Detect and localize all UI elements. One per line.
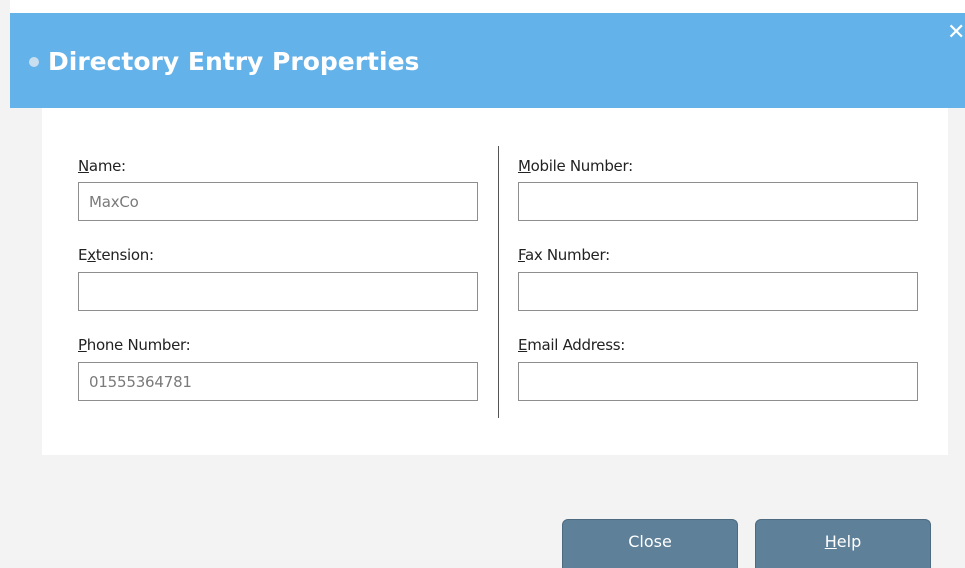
title-bar: Directory Entry Properties <box>10 13 965 108</box>
phone-number-label: Phone Number: <box>78 336 191 354</box>
name-field[interactable] <box>78 182 478 221</box>
column-divider <box>498 146 499 418</box>
name-label: Name: <box>78 157 126 175</box>
phone-number-field[interactable] <box>78 362 478 401</box>
extension-field[interactable] <box>78 272 478 311</box>
fax-number-field[interactable] <box>518 272 918 311</box>
close-icon[interactable]: ✕ <box>947 22 965 44</box>
close-button[interactable]: Close <box>562 519 738 568</box>
dialog-title: Directory Entry Properties <box>48 47 420 76</box>
mobile-number-label: Mobile Number: <box>518 157 633 175</box>
top-strip <box>10 0 965 13</box>
fax-number-label: Fax Number: <box>518 246 610 264</box>
email-address-field[interactable] <box>518 362 918 401</box>
directory-entry-dialog: Directory Entry Properties ✕ Name: Exten… <box>0 0 965 568</box>
mobile-number-field[interactable] <box>518 182 918 221</box>
extension-label: Extension: <box>78 246 154 264</box>
email-address-label: Email Address: <box>518 336 625 354</box>
help-button[interactable]: Help <box>755 519 931 568</box>
title-dot-icon <box>29 57 39 67</box>
